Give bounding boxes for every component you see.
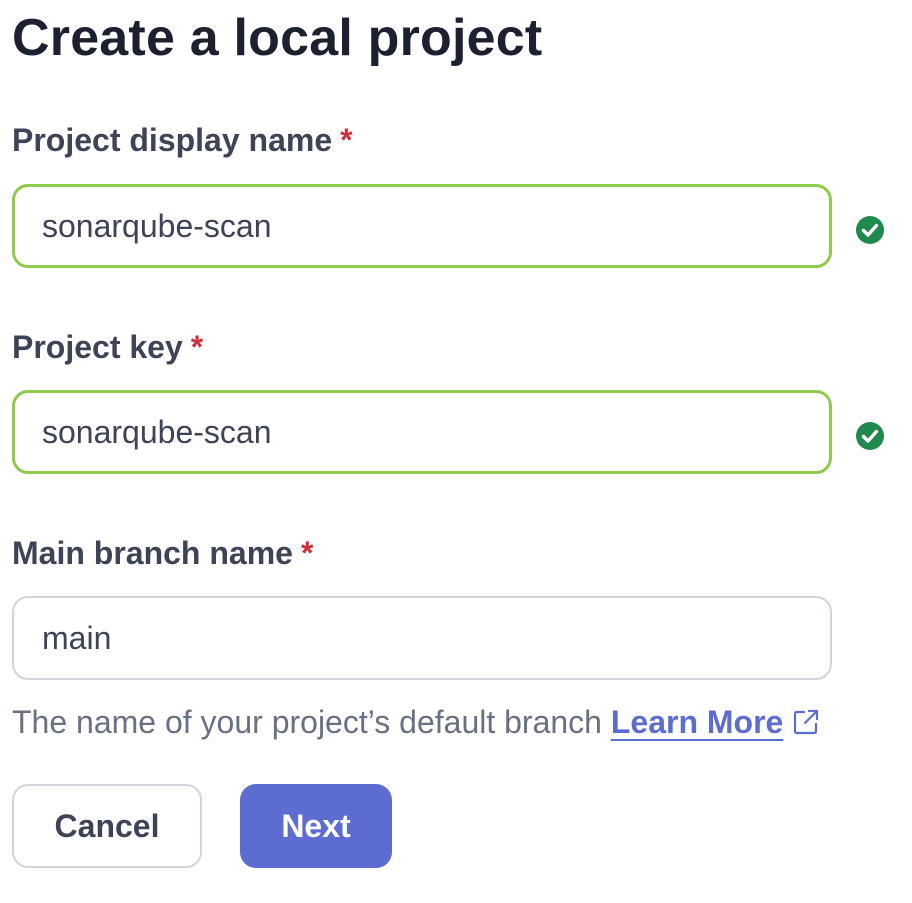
create-local-project-page: Create a local project Project display n… [0, 0, 912, 903]
required-marker: * [340, 122, 353, 158]
display-name-label-text: Project display name [12, 122, 333, 158]
project-key-label: Project key * [12, 327, 203, 367]
project-display-name-input[interactable] [12, 184, 832, 268]
check-circle-icon [856, 422, 884, 450]
project-key-label-text: Project key [12, 329, 183, 365]
main-branch-label: Main branch name * [12, 533, 313, 573]
learn-more-link[interactable]: Learn More [611, 704, 783, 740]
cancel-button[interactable]: Cancel [12, 784, 202, 868]
check-circle-icon [856, 216, 884, 244]
project-key-input[interactable] [12, 390, 832, 474]
helper-text: The name of your project’s default branc… [12, 704, 602, 740]
display-name-label: Project display name * [12, 120, 353, 160]
next-button[interactable]: Next [240, 784, 392, 868]
main-branch-name-input[interactable] [12, 596, 832, 680]
page-title: Create a local project [12, 9, 543, 67]
main-branch-label-text: Main branch name [12, 535, 293, 571]
external-link-icon[interactable] [791, 707, 821, 737]
required-marker: * [190, 329, 204, 365]
required-marker: * [300, 535, 314, 571]
main-branch-helper: The name of your project’s default branc… [12, 700, 821, 744]
